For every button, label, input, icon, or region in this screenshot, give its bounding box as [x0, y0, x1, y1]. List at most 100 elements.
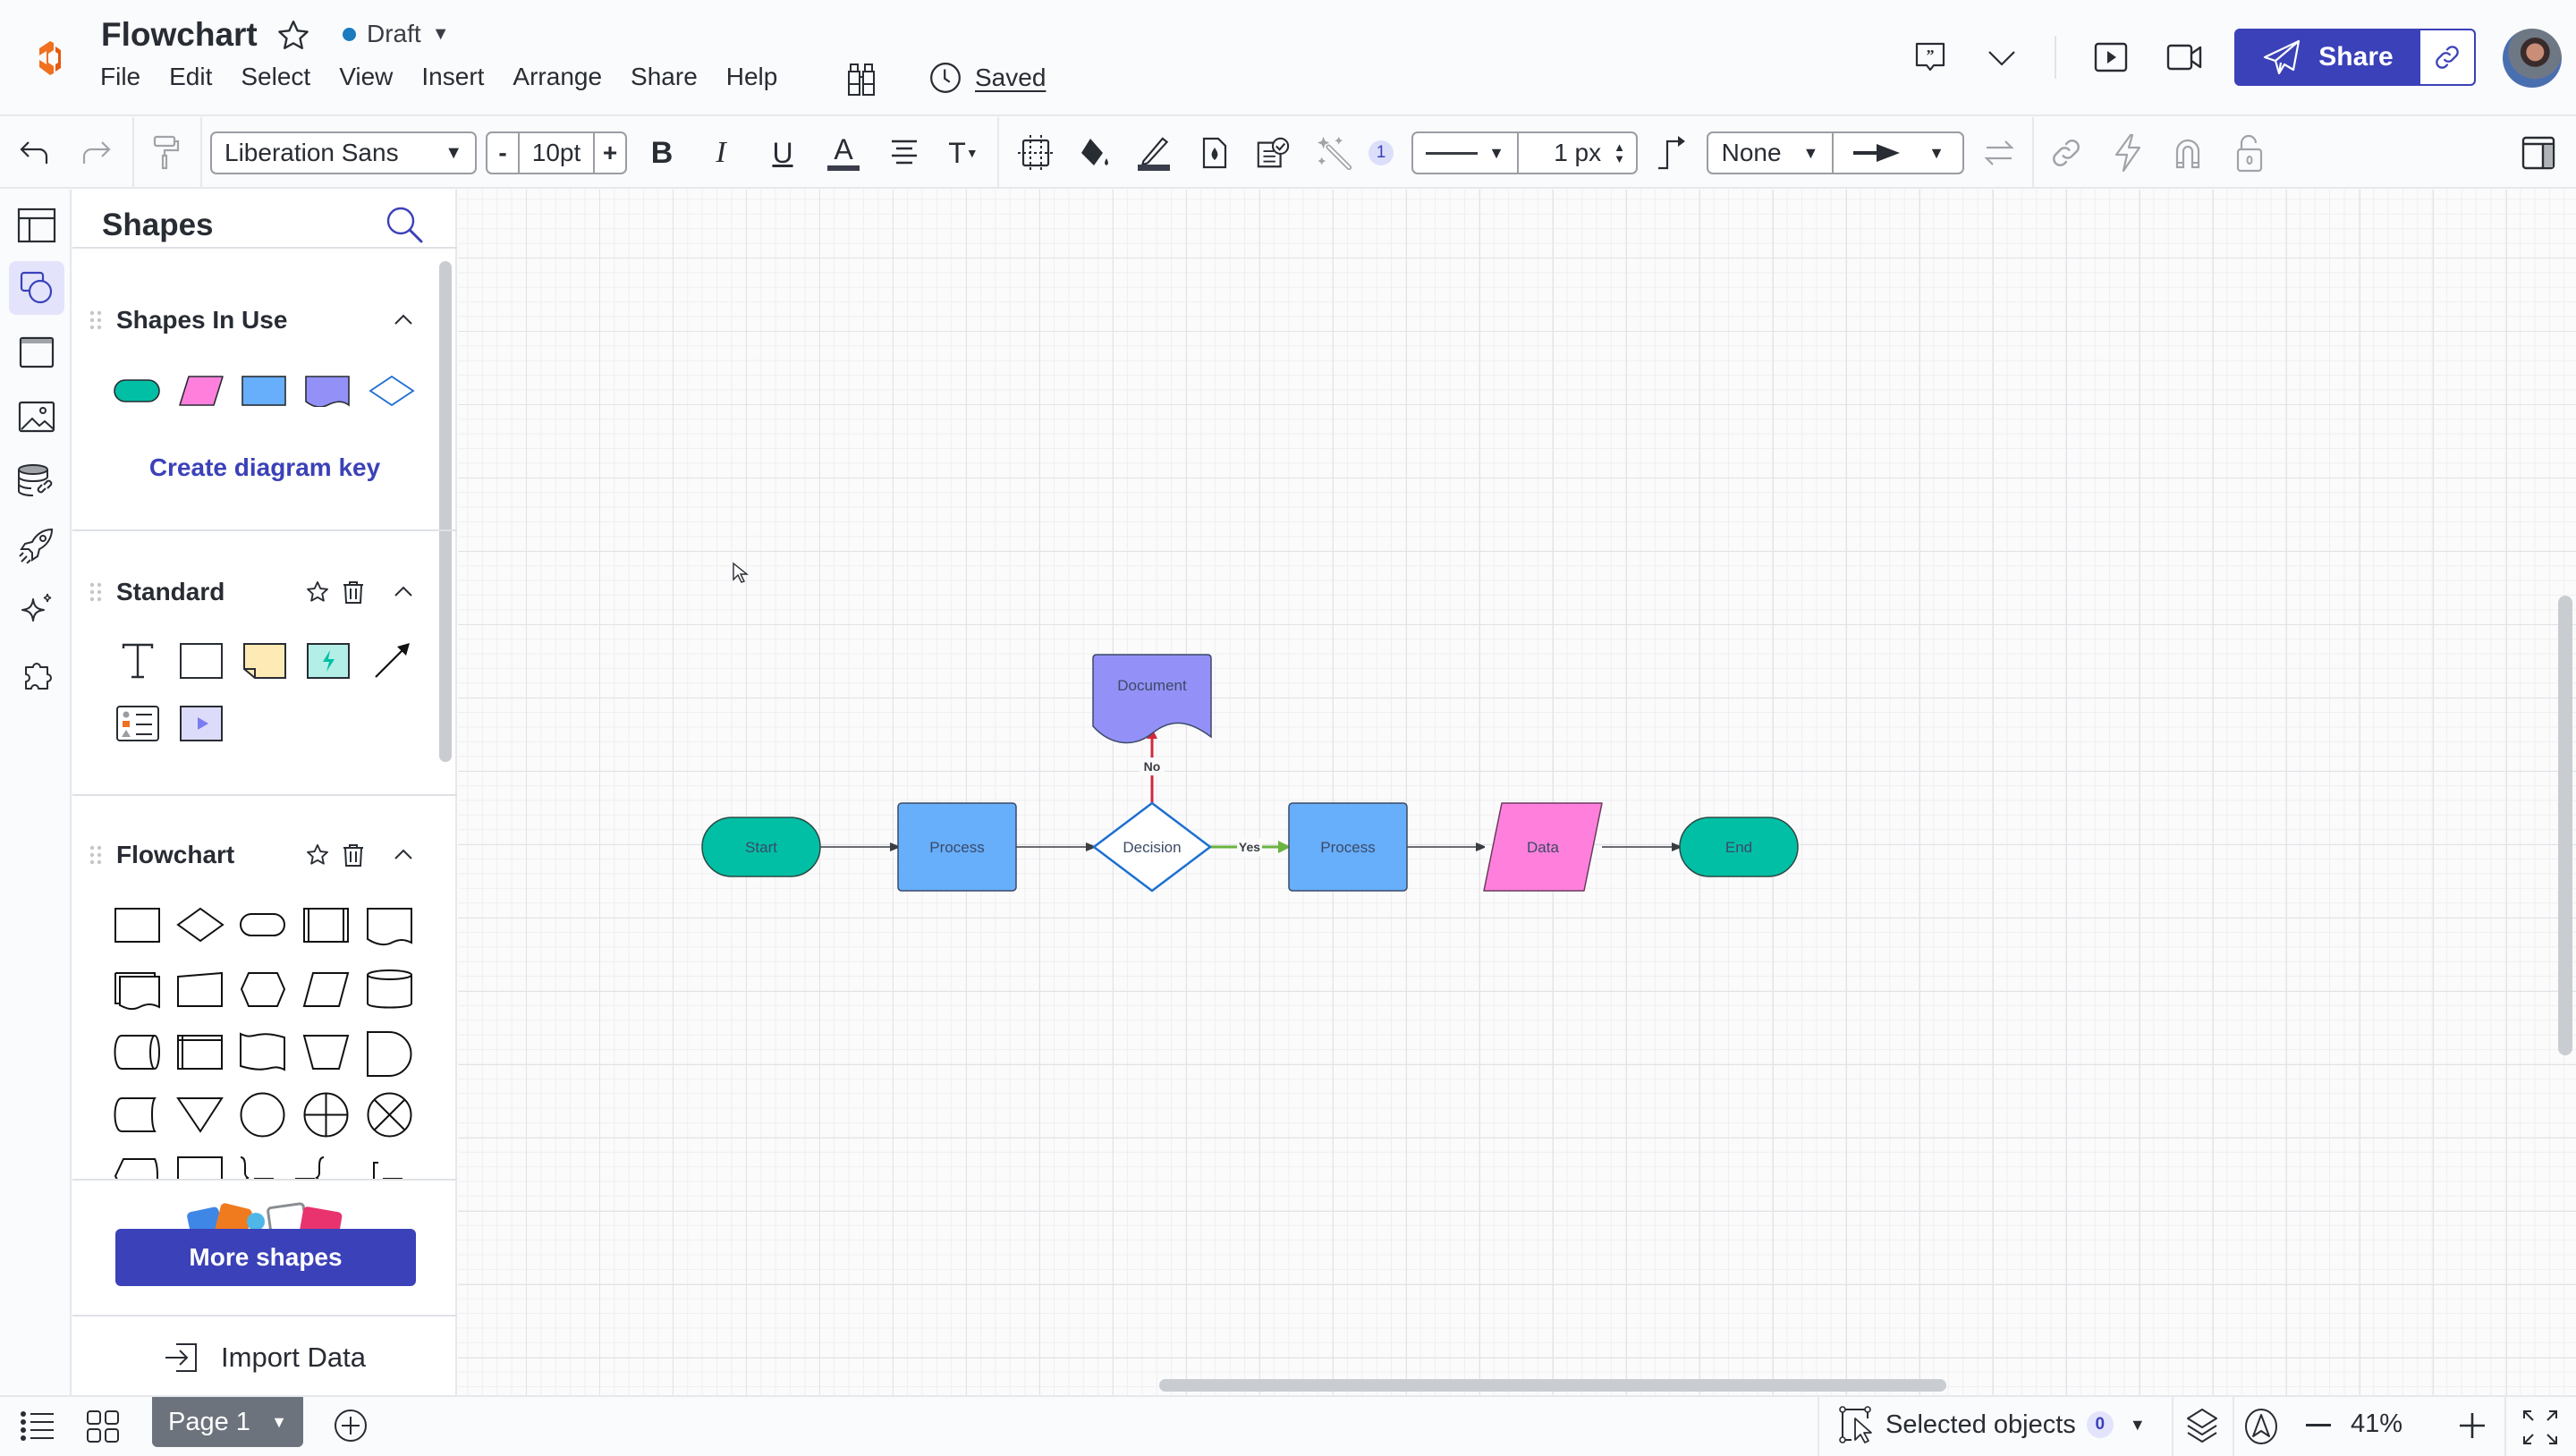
star-icon[interactable]	[305, 842, 330, 868]
swap-direction-icon[interactable]	[1981, 135, 2017, 171]
menu-share[interactable]: Share	[631, 63, 698, 91]
shape-arrow-line[interactable]	[367, 639, 417, 683]
zoom-out-button[interactable]	[2306, 1424, 2331, 1426]
fill-color-icon[interactable]	[1076, 135, 1112, 171]
trash-icon[interactable]	[341, 842, 366, 868]
more-shapes-button[interactable]: More shapes	[115, 1229, 416, 1286]
menu-edit[interactable]: Edit	[169, 63, 212, 91]
container-icon[interactable]	[1018, 135, 1054, 171]
node-end[interactable]: End	[1679, 817, 1799, 877]
shape-direct-access-storage[interactable]	[114, 1035, 160, 1070]
shape-decision-outline[interactable]	[367, 368, 417, 413]
comment-icon[interactable]: ”	[1912, 39, 1952, 79]
import-data-button[interactable]: Import Data	[72, 1342, 457, 1374]
share-main[interactable]: Share	[2236, 30, 2420, 84]
text-color-button[interactable]: A	[826, 135, 861, 171]
shape-merge[interactable]	[176, 1097, 224, 1133]
shape-data[interactable]	[302, 972, 350, 1007]
navigate-icon[interactable]	[2243, 1408, 2279, 1445]
shape-manual-operation[interactable]	[302, 1035, 350, 1070]
node-process2[interactable]: Process	[1288, 802, 1408, 892]
node-data[interactable]: Data	[1483, 802, 1603, 892]
status-dropdown[interactable]: Draft ▼	[343, 20, 449, 48]
section-title[interactable]: Standard	[116, 578, 225, 606]
shape-preparation[interactable]	[240, 972, 286, 1007]
add-page-icon[interactable]	[333, 1408, 369, 1443]
lightning-icon[interactable]	[2109, 133, 2145, 173]
node-start[interactable]: Start	[701, 817, 821, 877]
copy-link-button[interactable]	[2420, 30, 2474, 84]
shape-paper-tape[interactable]	[240, 1032, 285, 1071]
drag-handle-icon[interactable]	[89, 844, 103, 866]
align-icon[interactable]	[886, 135, 922, 171]
trash-icon[interactable]	[341, 580, 366, 605]
star-icon[interactable]	[305, 580, 330, 605]
rail-plugins[interactable]	[9, 648, 64, 701]
node-document[interactable]: Document	[1092, 654, 1212, 744]
undo-icon[interactable]	[18, 135, 54, 171]
layers-icon[interactable]	[2184, 1408, 2220, 1445]
node-decision[interactable]: Decision	[1092, 801, 1212, 893]
diagram-canvas[interactable]: No Yes Start Process Decision Document Proces…	[458, 190, 2576, 1395]
shape-internal-storage[interactable]	[177, 1035, 223, 1070]
opacity-icon[interactable]	[1197, 135, 1233, 171]
edge-decision-process2[interactable]: Yes	[1210, 838, 1291, 856]
text-options-button[interactable]: T ▼	[945, 135, 981, 171]
rail-ai[interactable]	[9, 583, 64, 637]
line-start-select[interactable]: None ▼	[1708, 133, 1834, 173]
share-button[interactable]: Share	[2234, 29, 2476, 86]
shape-document[interactable]	[367, 908, 412, 946]
rail-shapes[interactable]	[9, 261, 64, 315]
redo-icon[interactable]	[77, 135, 113, 171]
bold-button[interactable]: B	[644, 135, 680, 171]
shape-or[interactable]	[303, 1092, 349, 1138]
shape-off-page-connector[interactable]	[177, 1156, 223, 1181]
panel-scrollbar[interactable]	[439, 261, 452, 762]
shape-stored-data[interactable]	[114, 1097, 157, 1132]
line-ends-select[interactable]: None ▼ ▼	[1707, 131, 1964, 174]
avatar[interactable]	[2503, 29, 2562, 88]
shape-terminator[interactable]	[240, 913, 285, 936]
shape-sticky-note[interactable]	[240, 639, 290, 683]
rail-integrations[interactable]	[9, 519, 64, 572]
shape-display[interactable]	[114, 1158, 158, 1181]
right-panel-toggle-icon[interactable]	[2521, 135, 2556, 171]
binoculars-icon[interactable]	[845, 63, 877, 98]
create-diagram-key-link[interactable]: Create diagram key	[72, 453, 457, 482]
section-title[interactable]: Flowchart	[116, 841, 234, 869]
chevron-up-icon[interactable]	[391, 842, 416, 868]
shape-document-purple[interactable]	[303, 368, 353, 413]
zoom-in-button[interactable]	[2458, 1411, 2487, 1440]
vertical-scrollbar[interactable]	[2558, 596, 2572, 1055]
menu-arrange[interactable]: Arrange	[513, 63, 602, 91]
menu-help[interactable]: Help	[726, 63, 778, 91]
italic-button[interactable]: I	[703, 135, 739, 171]
present-icon[interactable]	[2093, 39, 2132, 79]
shape-predefined-process[interactable]	[303, 908, 349, 943]
shape-annotation-left[interactable]	[295, 1156, 325, 1181]
node-process1[interactable]: Process	[897, 802, 1017, 892]
drag-handle-icon[interactable]	[89, 581, 103, 603]
shape-multi-document[interactable]	[114, 972, 160, 1011]
zoom-level[interactable]: 41%	[2351, 1409, 2402, 1439]
chevron-down-icon[interactable]	[1984, 39, 2023, 79]
font-family-select[interactable]: Liberation Sans ▼	[210, 131, 477, 174]
font-size-value[interactable]: 10pt	[520, 139, 593, 167]
logo-icon[interactable]	[29, 38, 70, 79]
drag-handle-icon[interactable]	[89, 309, 103, 331]
edge-decision-document[interactable]: No	[1140, 728, 1165, 803]
menu-insert[interactable]: Insert	[421, 63, 484, 91]
menu-view[interactable]: View	[339, 63, 393, 91]
video-icon[interactable]	[2166, 39, 2206, 79]
chevron-up-icon[interactable]	[391, 580, 416, 605]
font-size-decrease[interactable]: -	[487, 133, 520, 173]
line-pattern-select[interactable]: ▼	[1413, 133, 1519, 173]
page-list-icon[interactable]	[20, 1409, 55, 1443]
shape-video[interactable]	[176, 701, 226, 746]
section-title[interactable]: Shapes In Use	[116, 306, 287, 334]
shape-list[interactable]	[113, 701, 163, 746]
line-width-stepper[interactable]: 1 px ▲ ▼	[1519, 139, 1636, 167]
shape-database[interactable]	[367, 969, 412, 1009]
fullscreen-icon[interactable]	[2522, 1409, 2558, 1445]
shape-connector[interactable]	[240, 1092, 285, 1138]
